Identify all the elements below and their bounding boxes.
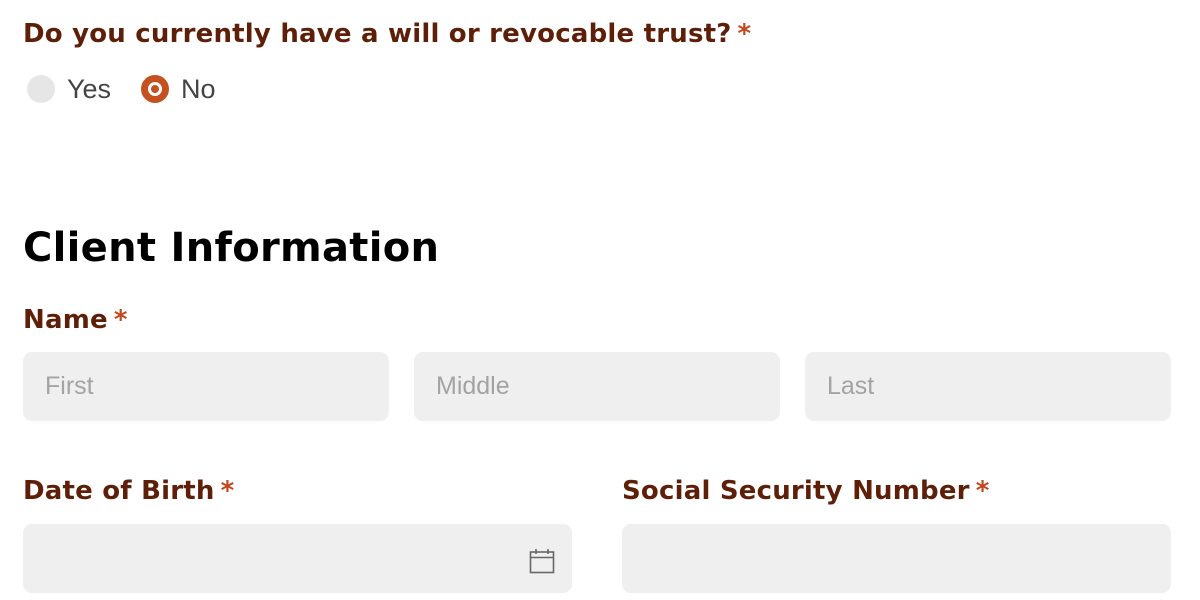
dob-label-text: Date of Birth bbox=[23, 476, 215, 506]
dob-label: Date of Birth * bbox=[23, 475, 234, 507]
required-asterisk: * bbox=[220, 476, 235, 506]
last-name-input[interactable] bbox=[805, 352, 1171, 421]
radio-option-no[interactable]: No bbox=[141, 74, 216, 105]
radio-yes[interactable] bbox=[27, 75, 55, 103]
will-question-label: Do you currently have a will or revocabl… bbox=[23, 18, 751, 50]
name-label-text: Name bbox=[23, 305, 108, 335]
radio-option-yes[interactable]: Yes bbox=[27, 74, 111, 105]
radio-yes-label: Yes bbox=[67, 73, 112, 104]
required-asterisk: * bbox=[737, 19, 752, 49]
calendar-icon[interactable] bbox=[529, 548, 555, 574]
required-asterisk: * bbox=[113, 305, 128, 335]
ssn-input[interactable] bbox=[622, 524, 1171, 593]
ssn-label-text: Social Security Number bbox=[622, 476, 970, 506]
first-name-input[interactable] bbox=[23, 352, 389, 421]
radio-no[interactable] bbox=[141, 75, 170, 103]
will-radio-group: Yes No bbox=[27, 72, 216, 106]
dob-input[interactable] bbox=[23, 524, 572, 593]
name-label: Name * bbox=[23, 304, 128, 336]
section-title: Client Information bbox=[23, 225, 440, 271]
middle-name-input[interactable] bbox=[414, 352, 780, 421]
will-question-text: Do you currently have a will or revocabl… bbox=[23, 19, 732, 49]
required-asterisk: * bbox=[975, 476, 990, 506]
ssn-label: Social Security Number * bbox=[622, 475, 990, 507]
radio-no-label: No bbox=[181, 73, 216, 104]
